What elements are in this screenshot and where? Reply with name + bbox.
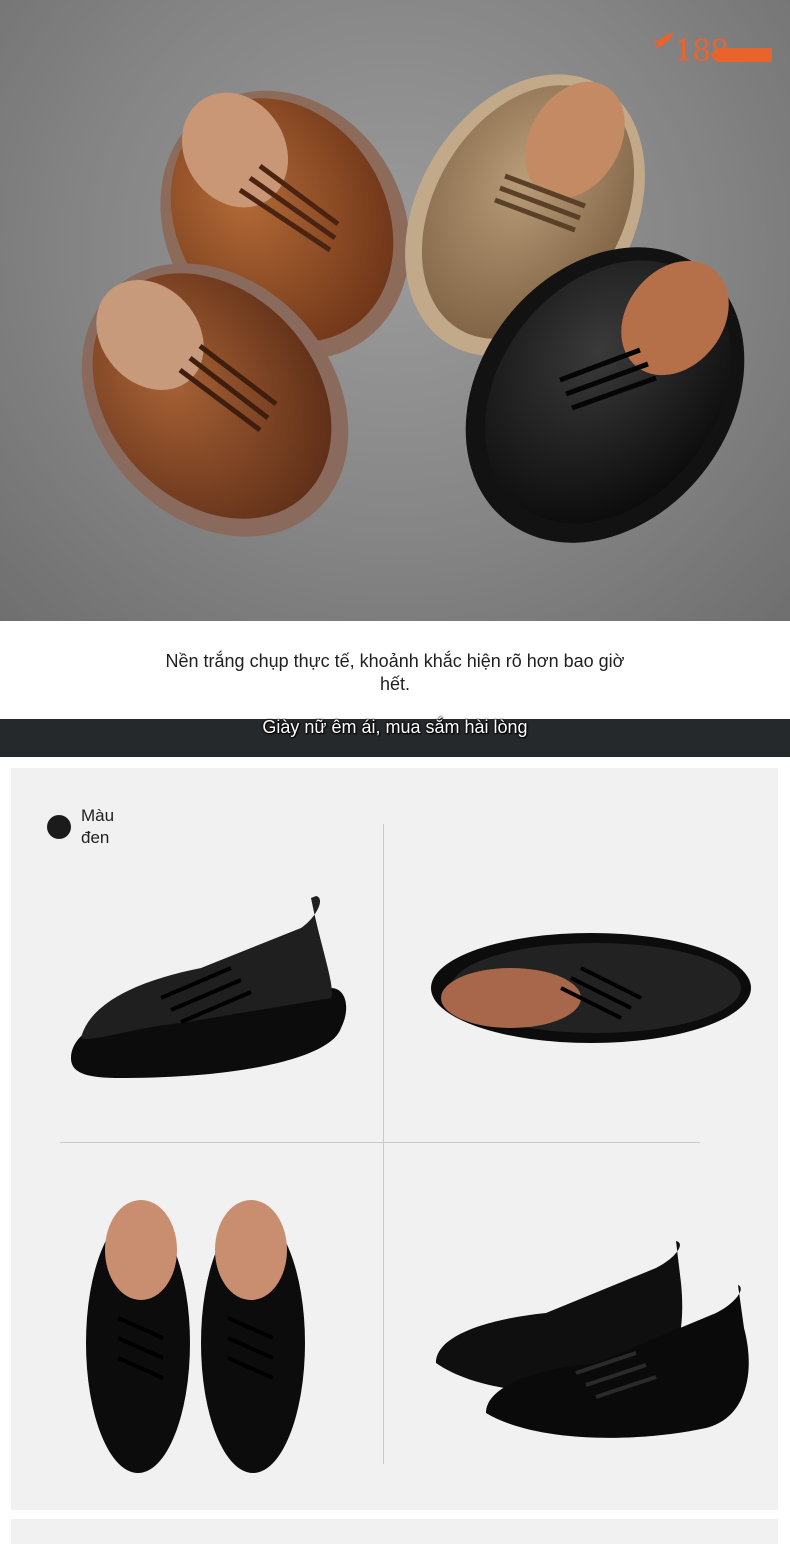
black-shoe-side-view[interactable] xyxy=(61,888,351,1088)
photo-caption: Nền trắng chụp thực tế, khoảnh khắc hiện… xyxy=(165,651,625,694)
black-shoes-top-view[interactable] xyxy=(83,1188,313,1478)
color-swatch-black[interactable] xyxy=(47,815,71,839)
gallery-footer-strip xyxy=(11,1519,778,1544)
logo-tag xyxy=(716,48,772,62)
hero-shoes-illustration xyxy=(81,74,745,543)
black-shoe-tilted-view[interactable] xyxy=(421,918,756,1068)
grid-divider-horizontal xyxy=(60,1142,700,1143)
black-shoes-pair-view[interactable] xyxy=(426,1223,766,1453)
grid-divider-vertical xyxy=(383,824,384,1464)
brand-logo: 188 xyxy=(650,24,775,74)
product-gallery: Màu đen xyxy=(11,768,778,1510)
leaf-icon xyxy=(653,33,674,48)
color-swatch-label: Màu đen xyxy=(81,806,115,847)
hero-photo: 188 xyxy=(0,0,790,621)
banner-title: Giày nữ êm ái, mua sắm hài lòng xyxy=(262,717,528,737)
